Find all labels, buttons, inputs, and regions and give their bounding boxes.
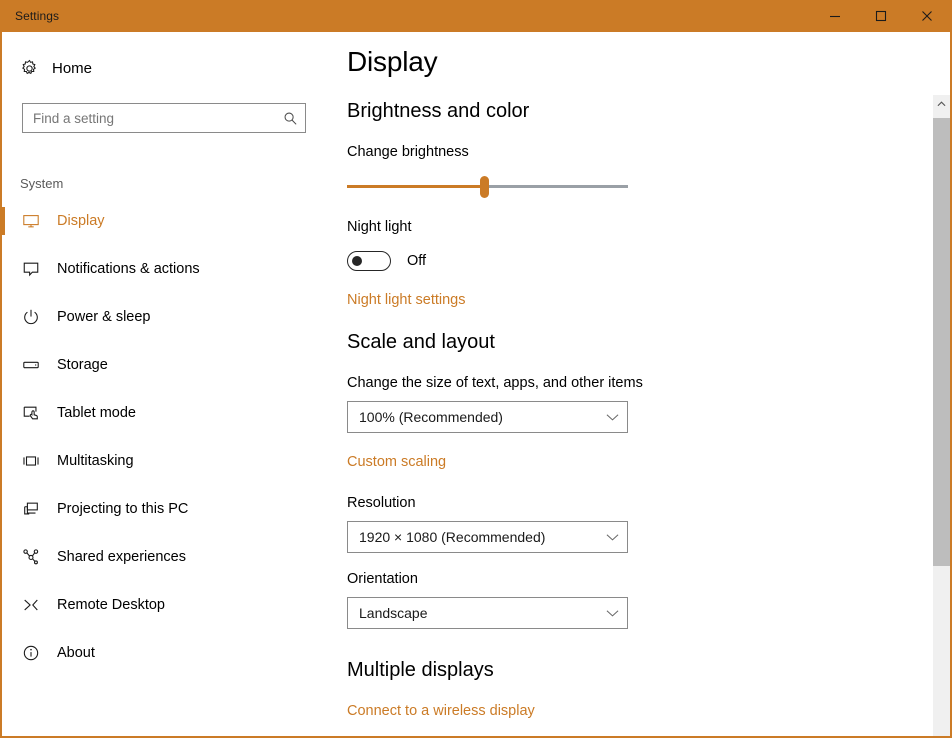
sidebar-group-label: System bbox=[20, 176, 64, 191]
multiple-displays-heading: Multiple displays bbox=[347, 659, 494, 681]
share-nodes-icon bbox=[20, 548, 42, 566]
selection-indicator bbox=[2, 351, 5, 379]
sidebar-item-notifications-actions[interactable]: Notifications & actions bbox=[2, 245, 324, 293]
close-button[interactable] bbox=[904, 0, 950, 32]
monitor-icon bbox=[20, 212, 42, 230]
projecting-icon bbox=[20, 500, 42, 518]
speech-bubble-icon bbox=[20, 260, 42, 278]
selection-indicator bbox=[2, 303, 5, 331]
orientation-label: Orientation bbox=[347, 571, 418, 587]
brightness-section-heading: Brightness and color bbox=[347, 100, 530, 122]
sidebar-item-label: About bbox=[57, 645, 95, 661]
sidebar-item-projecting-to-this-pc[interactable]: Projecting to this PC bbox=[2, 485, 324, 533]
chevron-down-icon[interactable] bbox=[597, 609, 627, 618]
selection-indicator bbox=[2, 639, 5, 667]
settings-window: Settings Home Find a setting System Disp… bbox=[0, 0, 952, 738]
selection-indicator bbox=[2, 255, 5, 283]
info-circle-icon bbox=[20, 644, 42, 662]
night-light-toggle-row: Off bbox=[347, 251, 950, 271]
sidebar-item-tablet-mode[interactable]: Tablet mode bbox=[2, 389, 324, 437]
sidebar-item-storage[interactable]: Storage bbox=[2, 341, 324, 389]
sidebar-item-label: Display bbox=[57, 213, 105, 229]
home-label: Home bbox=[52, 59, 93, 77]
multitask-icon bbox=[20, 452, 42, 470]
toggle-knob bbox=[352, 255, 362, 266]
resolution-label: Resolution bbox=[347, 495, 416, 511]
power-icon bbox=[20, 308, 42, 326]
sidebar-item-label: Storage bbox=[57, 357, 108, 373]
sidebar-item-multitasking[interactable]: Multitasking bbox=[2, 437, 324, 485]
sidebar-item-label: Shared experiences bbox=[57, 549, 186, 565]
sidebar-item-label: Multitasking bbox=[57, 453, 134, 469]
selection-indicator bbox=[2, 495, 5, 523]
connect-wireless-display-link[interactable]: Connect to a wireless display bbox=[347, 703, 535, 719]
search-input[interactable] bbox=[23, 110, 275, 126]
scrollbar-thumb[interactable] bbox=[933, 118, 950, 566]
sidebar-item-shared-experiences[interactable]: Shared experiences bbox=[2, 533, 324, 581]
custom-scaling-link[interactable]: Custom scaling bbox=[347, 454, 446, 470]
orientation-dropdown-value: Landscape bbox=[359, 605, 428, 621]
sidebar-item-label: Power & sleep bbox=[57, 309, 151, 325]
scale-section-heading: Scale and layout bbox=[347, 331, 495, 353]
scale-dropdown[interactable]: 100% (Recommended) bbox=[347, 401, 628, 433]
remote-desktop-icon bbox=[20, 596, 42, 614]
window-body: Home System bbox=[2, 32, 950, 736]
minimize-button[interactable] bbox=[812, 0, 858, 32]
selection-indicator bbox=[2, 543, 5, 571]
scroll-up-icon[interactable] bbox=[933, 95, 950, 113]
chevron-down-icon[interactable] bbox=[597, 533, 627, 542]
sidebar-item-about[interactable]: About bbox=[2, 629, 324, 677]
night-light-label: Night light bbox=[347, 219, 412, 235]
slider-filled-track bbox=[347, 185, 485, 188]
sidebar: Home System bbox=[2, 32, 324, 736]
sidebar-item-display[interactable]: Display bbox=[2, 197, 324, 245]
sidebar-item-remote-desktop[interactable]: Remote Desktop bbox=[2, 581, 324, 629]
resolution-dropdown[interactable]: 1920 × 1080 (Recommended) bbox=[347, 521, 628, 553]
gear-icon bbox=[18, 59, 40, 78]
orientation-dropdown[interactable]: Landscape bbox=[347, 597, 628, 629]
page-title: Display bbox=[347, 46, 438, 77]
maximize-button[interactable] bbox=[858, 0, 904, 32]
slider-thumb[interactable] bbox=[480, 176, 490, 198]
scale-label: Change the size of text, apps, and other… bbox=[347, 375, 643, 391]
tablet-touch-icon bbox=[20, 404, 42, 422]
selection-indicator bbox=[2, 399, 5, 427]
scale-dropdown-value: 100% (Recommended) bbox=[359, 409, 503, 425]
sidebar-item-power-sleep[interactable]: Power & sleep bbox=[2, 293, 324, 341]
selection-indicator bbox=[2, 207, 5, 235]
selection-indicator bbox=[2, 591, 5, 619]
window-title: Settings bbox=[15, 9, 60, 23]
brightness-label: Change brightness bbox=[347, 144, 469, 160]
title-bar: Settings bbox=[2, 0, 950, 32]
sidebar-item-label: Notifications & actions bbox=[57, 261, 200, 277]
sidebar-item-label: Projecting to this PC bbox=[57, 501, 189, 517]
search-icon[interactable] bbox=[275, 111, 305, 126]
sidebar-item-label: Remote Desktop bbox=[57, 597, 165, 613]
resolution-dropdown-value: 1920 × 1080 (Recommended) bbox=[359, 529, 546, 545]
slider-remaining-track bbox=[484, 185, 628, 188]
window-controls bbox=[812, 0, 950, 32]
night-light-settings-link[interactable]: Night light settings bbox=[347, 292, 465, 308]
selection-indicator bbox=[2, 447, 5, 475]
content-pane: Display Brightness and color Change brig… bbox=[324, 32, 950, 736]
night-light-state: Off bbox=[407, 253, 427, 269]
drive-icon bbox=[20, 356, 42, 374]
sidebar-item-home[interactable]: Home bbox=[2, 48, 324, 88]
brightness-slider[interactable] bbox=[347, 176, 628, 198]
sidebar-item-label: Tablet mode bbox=[57, 405, 136, 421]
search-box[interactable] bbox=[22, 103, 306, 133]
content-scrollbar[interactable] bbox=[933, 95, 950, 736]
chevron-down-icon[interactable] bbox=[597, 413, 627, 422]
night-light-toggle[interactable] bbox=[347, 251, 391, 271]
